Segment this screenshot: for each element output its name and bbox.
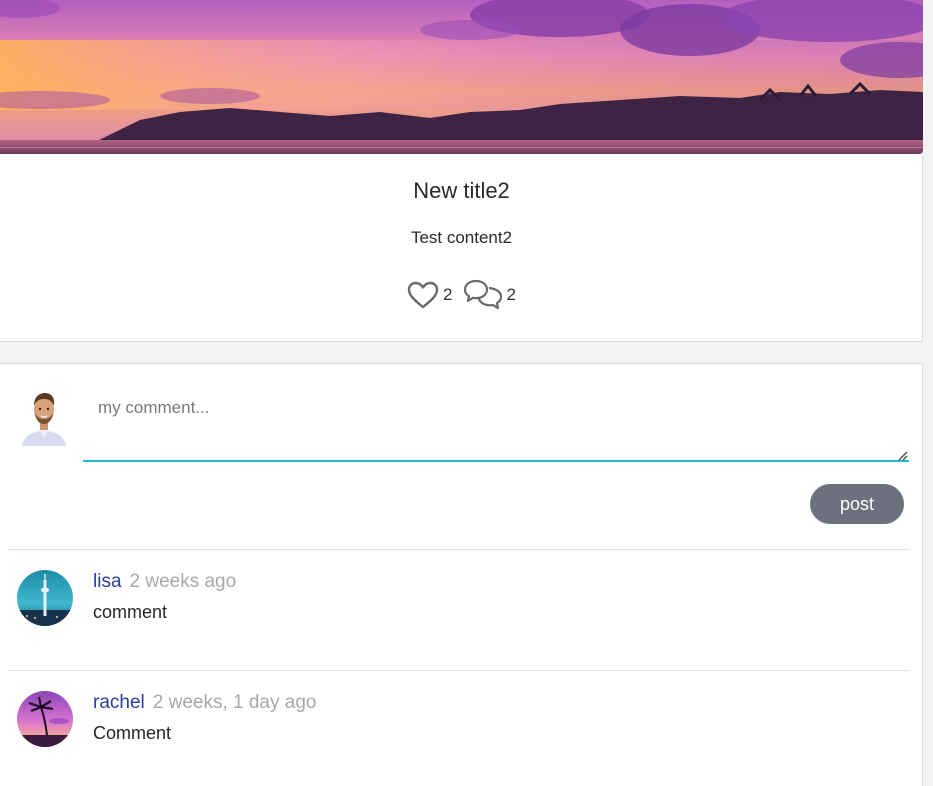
post-card: New title2 Test content2 2 2 <box>0 0 923 342</box>
comments-button[interactable]: 2 <box>463 279 516 311</box>
heart-icon <box>407 281 439 309</box>
comment-input[interactable] <box>83 384 909 460</box>
comment-text: comment <box>93 602 168 622</box>
comment-username[interactable]: rachel <box>93 692 145 713</box>
post-stats: 2 2 <box>0 279 923 311</box>
like-count: 2 <box>443 285 453 304</box>
current-user-avatar <box>20 386 68 446</box>
chat-bubbles-icon <box>463 279 503 311</box>
comment-header: lisa 2 weeks ago <box>93 571 236 593</box>
resize-handle-icon[interactable] <box>898 448 908 461</box>
comment-timestamp: 2 weeks ago <box>129 571 237 592</box>
comment-header: rachel 2 weeks, 1 day ago <box>93 692 316 714</box>
divider <box>7 670 910 671</box>
post-banner-image <box>0 0 923 154</box>
post-title: New title2 <box>413 178 510 203</box>
post-comment-button[interactable]: post <box>810 484 904 524</box>
like-button[interactable]: 2 <box>407 281 453 309</box>
comment-username[interactable]: lisa <box>93 571 122 592</box>
comment-timestamp: 2 weeks, 1 day ago <box>152 692 317 713</box>
comments-card: post <box>0 363 923 786</box>
avatar-lisa <box>17 570 73 626</box>
comment-input-wrapper <box>83 384 909 462</box>
comment-count: 2 <box>506 285 516 304</box>
avatar-rachel <box>17 691 73 747</box>
comment-item: rachel 2 weeks, 1 day ago Comment <box>0 691 923 771</box>
comment-text: Comment <box>93 723 172 743</box>
divider <box>7 549 910 550</box>
page: New title2 Test content2 2 2 my comment.… <box>0 0 933 786</box>
comment-item: lisa 2 weeks ago comment <box>0 570 923 650</box>
post-content: Test content2 <box>410 228 513 247</box>
